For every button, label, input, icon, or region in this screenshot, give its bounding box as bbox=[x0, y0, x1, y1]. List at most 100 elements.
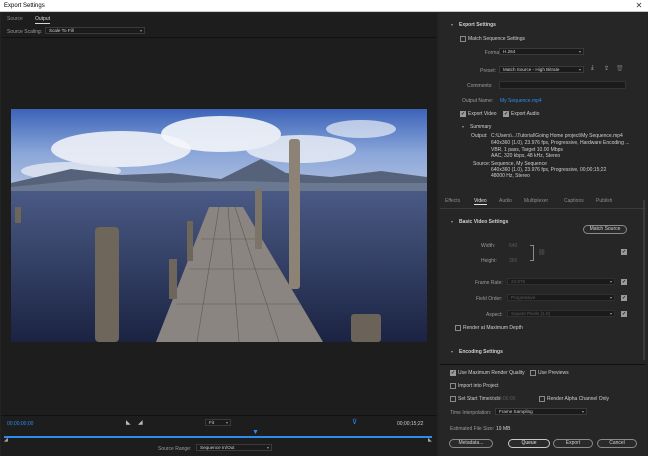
summary-source-line: 48000 Hz, Stereo bbox=[491, 173, 530, 179]
aspect-dropdown[interactable]: Square Pixels (1.0) ▾ bbox=[507, 310, 615, 317]
chevron-down-icon: ▾ bbox=[609, 279, 612, 284]
render-max-depth-checkbox[interactable] bbox=[455, 325, 461, 331]
queue-button[interactable]: Queue bbox=[508, 439, 550, 448]
tab-output[interactable]: Output bbox=[35, 16, 51, 24]
frame-rate-dropdown[interactable]: 23.976 ▾ bbox=[507, 278, 615, 285]
use-previews-checkbox[interactable] bbox=[530, 370, 536, 376]
source-scaling-dropdown[interactable]: Scale To Fill ▾ bbox=[45, 27, 145, 34]
summary-output-label: Output: bbox=[471, 133, 488, 139]
override-size-checkbox[interactable] bbox=[621, 249, 627, 255]
tab-source[interactable]: Source bbox=[7, 16, 23, 22]
export-video-checkbox[interactable] bbox=[460, 111, 466, 117]
mark-in-icon[interactable]: ◣ bbox=[126, 419, 131, 426]
source-range-bar[interactable] bbox=[4, 436, 432, 438]
preset-dropdown[interactable]: Match Source - High Bitrate ▾ bbox=[499, 66, 584, 73]
range-end-handle-icon[interactable]: ◣ bbox=[428, 437, 432, 443]
export-button[interactable]: Export bbox=[553, 439, 593, 448]
field-order-dropdown[interactable]: Progressive ▾ bbox=[507, 294, 615, 301]
output-name-link[interactable]: My Sequence.mp4 bbox=[500, 98, 542, 104]
filter-icon[interactable]: ⊽ bbox=[352, 418, 357, 426]
export-audio-checkbox[interactable] bbox=[503, 111, 509, 117]
match-source-button[interactable]: Match Source bbox=[583, 225, 627, 234]
summary-output-line: AAC, 320 kbps, 48 kHz, Stereo bbox=[491, 153, 561, 159]
playhead-icon[interactable]: ▼ bbox=[252, 429, 259, 436]
tab-multiplexer[interactable]: Multiplexer bbox=[524, 198, 548, 204]
field-order-label: Field Order: bbox=[476, 296, 503, 302]
timecode-in[interactable]: 00;00;00;00 bbox=[7, 421, 33, 427]
mark-out-icon[interactable]: ◢ bbox=[138, 419, 143, 426]
render-alpha-checkbox[interactable] bbox=[539, 396, 545, 402]
timecode-out: 00;00;15;22 bbox=[397, 421, 424, 427]
window-title: Export Settings bbox=[4, 3, 45, 9]
file-size-value: 19 MB bbox=[496, 426, 511, 432]
zoom-value: Fit bbox=[209, 420, 215, 425]
chevron-down-icon: ▾ bbox=[578, 49, 581, 54]
delete-preset-icon[interactable]: 🗑 bbox=[616, 65, 624, 72]
tab-captions[interactable]: Captions bbox=[564, 198, 584, 204]
frame-rate-label: Frame Rate: bbox=[475, 280, 503, 286]
divider bbox=[440, 364, 646, 365]
settings-scrollbar[interactable] bbox=[643, 200, 645, 360]
tab-video[interactable]: Video bbox=[474, 198, 487, 205]
import-preset-icon[interactable]: ⇪ bbox=[604, 65, 609, 72]
divider bbox=[440, 208, 646, 209]
time-interpolation-dropdown[interactable]: Frame Sampling ▾ bbox=[495, 408, 587, 415]
metadata-button[interactable]: Metadata... bbox=[449, 439, 493, 448]
summary-output-line: C:\Users\...\Tutorial\Going Home project… bbox=[491, 133, 623, 139]
summary-output-line: 640x360 (1.0), 23.976 fps, Progressive, … bbox=[491, 140, 630, 146]
match-sequence-label: Match Sequence Settings bbox=[468, 36, 525, 42]
encoding-settings-heading: Encoding Settings bbox=[459, 349, 503, 355]
render-max-depth-label: Render at Maximum Depth bbox=[463, 325, 523, 331]
start-timecode-value[interactable]: 00;00;00;00 bbox=[489, 396, 515, 402]
aspect-label: Aspect: bbox=[486, 312, 503, 318]
match-sequence-checkbox[interactable] bbox=[460, 36, 466, 42]
max-render-quality-label: Use Maximum Render Quality bbox=[458, 370, 525, 376]
max-render-quality-checkbox[interactable] bbox=[450, 370, 456, 376]
divider bbox=[1, 415, 437, 416]
tab-effects[interactable]: Effects bbox=[445, 198, 460, 204]
zoom-dropdown[interactable]: Fit ▾ bbox=[205, 419, 231, 426]
collapse-icon[interactable]: ▾ bbox=[462, 124, 464, 129]
collapse-icon[interactable]: ▾ bbox=[451, 219, 453, 224]
chevron-down-icon: ▾ bbox=[578, 67, 581, 72]
override-field-order-checkbox[interactable] bbox=[621, 295, 627, 301]
chevron-down-icon: ▾ bbox=[609, 295, 612, 300]
close-icon[interactable]: ✕ bbox=[634, 0, 644, 12]
range-start-handle-icon[interactable]: ◢ bbox=[4, 437, 8, 443]
settings-panel bbox=[439, 13, 647, 456]
preset-label: Preset: bbox=[480, 68, 496, 74]
tab-publish[interactable]: Publish bbox=[596, 198, 612, 204]
chevron-down-icon: ▾ bbox=[609, 311, 612, 316]
output-name-label: Output Name: bbox=[462, 98, 494, 104]
import-into-project-checkbox[interactable] bbox=[450, 383, 456, 389]
frame-rate-value: 23.976 bbox=[511, 279, 526, 284]
collapse-icon[interactable]: ▾ bbox=[451, 22, 453, 27]
collapse-icon[interactable]: ▾ bbox=[451, 349, 453, 354]
chevron-down-icon: ▾ bbox=[581, 409, 584, 414]
source-scaling-label: Source Scaling: bbox=[7, 29, 43, 35]
chevron-down-icon: ▾ bbox=[225, 420, 228, 425]
comments-label: Comments: bbox=[467, 83, 493, 89]
chevron-down-icon: ▾ bbox=[266, 445, 269, 450]
override-aspect-checkbox[interactable] bbox=[621, 311, 627, 317]
save-preset-icon[interactable]: ⤓ bbox=[591, 65, 594, 72]
format-dropdown[interactable]: H.264 ▾ bbox=[499, 48, 584, 55]
video-preview-frame bbox=[11, 109, 427, 342]
width-value[interactable]: 640 bbox=[509, 243, 517, 249]
render-alpha-label: Render Alpha Channel Only bbox=[547, 396, 609, 402]
source-range-label: Source Range: bbox=[158, 446, 192, 452]
time-interpolation-label: Time Interpolation: bbox=[450, 410, 492, 416]
chain-link-icon[interactable]: ⛓ bbox=[538, 249, 546, 256]
tab-audio[interactable]: Audio bbox=[499, 198, 512, 204]
height-value[interactable]: 360 bbox=[509, 258, 517, 264]
comments-input[interactable] bbox=[499, 81, 626, 89]
set-start-timecode-checkbox[interactable] bbox=[450, 396, 456, 402]
field-order-value: Progressive bbox=[511, 295, 536, 300]
format-value: H.264 bbox=[503, 49, 516, 54]
summary-source-label: Source: bbox=[473, 161, 491, 167]
source-range-value: Sequence In/Out bbox=[200, 445, 235, 450]
cancel-button[interactable]: Cancel bbox=[597, 439, 637, 448]
summary-heading: Summary bbox=[470, 124, 492, 130]
source-range-dropdown[interactable]: Sequence In/Out ▾ bbox=[196, 444, 272, 451]
override-frame-rate-checkbox[interactable] bbox=[621, 279, 627, 285]
